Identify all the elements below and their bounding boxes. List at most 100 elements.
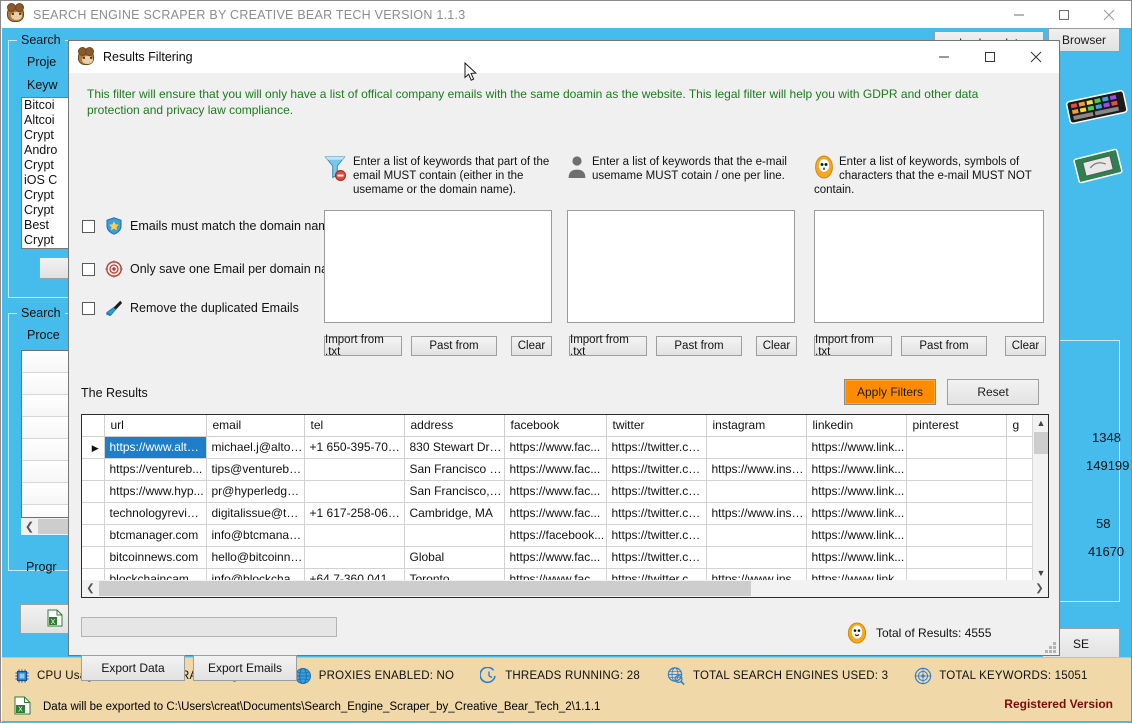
vscroll-thumb[interactable] (1034, 432, 1048, 454)
table-vertical-scrollbar[interactable]: ▲ ▼ (1032, 415, 1048, 581)
table-cell-instagram[interactable] (706, 546, 806, 568)
minimize-icon[interactable] (921, 41, 967, 73)
table-cell-twitter[interactable]: https://twitter.co... (606, 458, 706, 480)
close-icon[interactable] (1013, 41, 1059, 73)
table-cell-url[interactable]: btcmanager.com (104, 524, 206, 546)
table-cell-g[interactable] (1006, 458, 1034, 480)
import-txt-button-1[interactable]: Import from .txt (324, 336, 402, 356)
scroll-left-icon[interactable]: ❮ (82, 581, 99, 596)
checkbox-emails-match-domain[interactable]: Emails must match the domain name (82, 217, 336, 235)
paste-from-button-3[interactable]: Past from (901, 336, 987, 356)
dialog-resize-grip[interactable] (1044, 641, 1056, 653)
close-icon[interactable] (1086, 1, 1131, 28)
table-cell-address[interactable]: San Francisco + ... (404, 458, 504, 480)
table-cell-linkedin[interactable]: https://www.link... (806, 546, 906, 568)
table-header-cell[interactable]: linkedin (806, 415, 906, 436)
table-cell-address[interactable]: Global (404, 546, 504, 568)
table-cell-url[interactable]: https://www.hyp... (104, 480, 206, 502)
table-cell-facebook[interactable]: https://www.fac... (504, 546, 606, 568)
table-header-cell[interactable]: facebook (504, 415, 606, 436)
table-cell-linkedin[interactable]: https://www.link... (806, 524, 906, 546)
scroll-left-icon[interactable]: ❮ (21, 519, 38, 534)
table-cell-g[interactable] (1006, 480, 1034, 502)
table-row[interactable]: btcmanager.com info@btcmanage... https:/… (82, 524, 1034, 546)
table-cell-tel[interactable] (304, 546, 404, 568)
paste-from-button-2[interactable]: Past from (656, 336, 742, 356)
table-cell-facebook[interactable]: https://www.fac... (504, 480, 606, 502)
filter-column-1-input[interactable] (324, 210, 552, 323)
table-header-cell[interactable]: address (404, 415, 504, 436)
checkbox-one-email-per-domain[interactable]: Only save one Email per domain name (82, 260, 345, 278)
scroll-down-icon[interactable]: ▼ (1033, 565, 1049, 581)
apply-filters-button[interactable]: Apply Filters (844, 379, 936, 405)
results-table[interactable]: url email tel address facebook twitter i… (81, 414, 1049, 598)
table-row[interactable]: bitcoinnews.com hello@bitcoinne... Globa… (82, 546, 1034, 568)
table-cell-facebook[interactable]: https://facebook... (504, 524, 606, 546)
table-cell-address[interactable]: 830 Stewart Dr S... (404, 436, 504, 458)
table-cell-g[interactable] (1006, 502, 1034, 524)
table-cell-url[interactable]: https://www.altor... (104, 436, 206, 458)
import-txt-button-3[interactable]: Import from .txt (814, 336, 892, 356)
table-cell-instagram[interactable] (706, 436, 806, 458)
table-cell-instagram[interactable] (706, 480, 806, 502)
table-cell-tel[interactable]: +1 650-395-7002... (304, 436, 404, 458)
table-cell-facebook[interactable]: https://www.fac... (504, 436, 606, 458)
table-header-cell[interactable]: g (1006, 415, 1034, 436)
minimize-icon[interactable] (996, 1, 1041, 28)
checkbox-remove-duplicates[interactable]: Remove the duplicated Emails (82, 299, 299, 317)
table-cell-address[interactable]: San Francisco, CA (404, 480, 504, 502)
table-cell-twitter[interactable]: https://twitter.co... (606, 436, 706, 458)
table-cell-email[interactable]: info@btcmanage... (206, 524, 304, 546)
export-emails-button[interactable]: Export Emails (193, 655, 297, 681)
table-cell-tel[interactable]: +1 617-258-0678... (304, 502, 404, 524)
table-cell-pinterest[interactable] (906, 502, 1006, 524)
maximize-icon[interactable] (967, 41, 1013, 73)
reset-button[interactable]: Reset (947, 379, 1039, 405)
filter-column-3-input[interactable] (814, 210, 1044, 323)
table-cell-facebook[interactable]: https://www.fac... (504, 502, 606, 524)
table-horizontal-scrollbar[interactable]: ❮ ❯ (82, 580, 1048, 597)
table-cell-pinterest[interactable] (906, 436, 1006, 458)
table-cell-email[interactable]: tips@venturebea... (206, 458, 304, 480)
table-header-cell[interactable]: pinterest (906, 415, 1006, 436)
filter-column-2-input[interactable] (567, 210, 795, 323)
hscroll-thumb[interactable] (99, 581, 751, 596)
table-cell-twitter[interactable]: https://twitter.co... (606, 546, 706, 568)
table-cell-email[interactable]: hello@bitcoinne... (206, 546, 304, 568)
table-row[interactable]: https://www.hyp... pr@hyperledger.... Sa… (82, 480, 1034, 502)
table-cell-g[interactable] (1006, 524, 1034, 546)
table-cell-url[interactable]: technologyreview... (104, 502, 206, 524)
table-cell-tel[interactable] (304, 480, 404, 502)
table-cell-linkedin[interactable]: https://www.link... (806, 436, 906, 458)
table-cell-email[interactable]: pr@hyperledger.... (206, 480, 304, 502)
table-header-cell[interactable] (82, 415, 104, 436)
clear-button-3[interactable]: Clear (1005, 336, 1046, 356)
table-cell-twitter[interactable]: https://twitter.co... (606, 524, 706, 546)
table-cell-address[interactable]: Cambridge, MA (404, 502, 504, 524)
table-cell-email[interactable]: digitalissue@tech... (206, 502, 304, 524)
table-header-cell[interactable]: email (206, 415, 304, 436)
table-row[interactable]: https://ventureb... tips@venturebea... S… (82, 458, 1034, 480)
table-cell-address[interactable] (404, 524, 504, 546)
clear-button-1[interactable]: Clear (511, 336, 552, 356)
table-cell-pinterest[interactable] (906, 480, 1006, 502)
table-cell-email[interactable]: michael.j@altoros... (206, 436, 304, 458)
scroll-right-icon[interactable]: ❯ (1031, 581, 1048, 596)
table-cell-twitter[interactable]: https://twitter.co... (606, 502, 706, 524)
table-cell-pinterest[interactable] (906, 458, 1006, 480)
table-cell-url[interactable]: https://ventureb... (104, 458, 206, 480)
table-cell-twitter[interactable]: https://twitter.co... (606, 480, 706, 502)
table-row[interactable]: ▶ https://www.altor... michael.j@altoros… (82, 436, 1034, 458)
scroll-up-icon[interactable]: ▲ (1033, 415, 1049, 431)
table-cell-g[interactable] (1006, 546, 1034, 568)
paste-from-button-1[interactable]: Past from (411, 336, 497, 356)
table-header-cell[interactable]: tel (304, 415, 404, 436)
table-cell-linkedin[interactable]: https://www.link... (806, 502, 906, 524)
table-header-cell[interactable]: twitter (606, 415, 706, 436)
table-cell-pinterest[interactable] (906, 546, 1006, 568)
export-data-button[interactable]: Export Data (81, 655, 185, 681)
table-cell-linkedin[interactable]: https://www.link... (806, 480, 906, 502)
checkbox-box[interactable] (82, 302, 95, 315)
table-cell-tel[interactable] (304, 524, 404, 546)
table-row[interactable]: technologyreview... digitalissue@tech...… (82, 502, 1034, 524)
